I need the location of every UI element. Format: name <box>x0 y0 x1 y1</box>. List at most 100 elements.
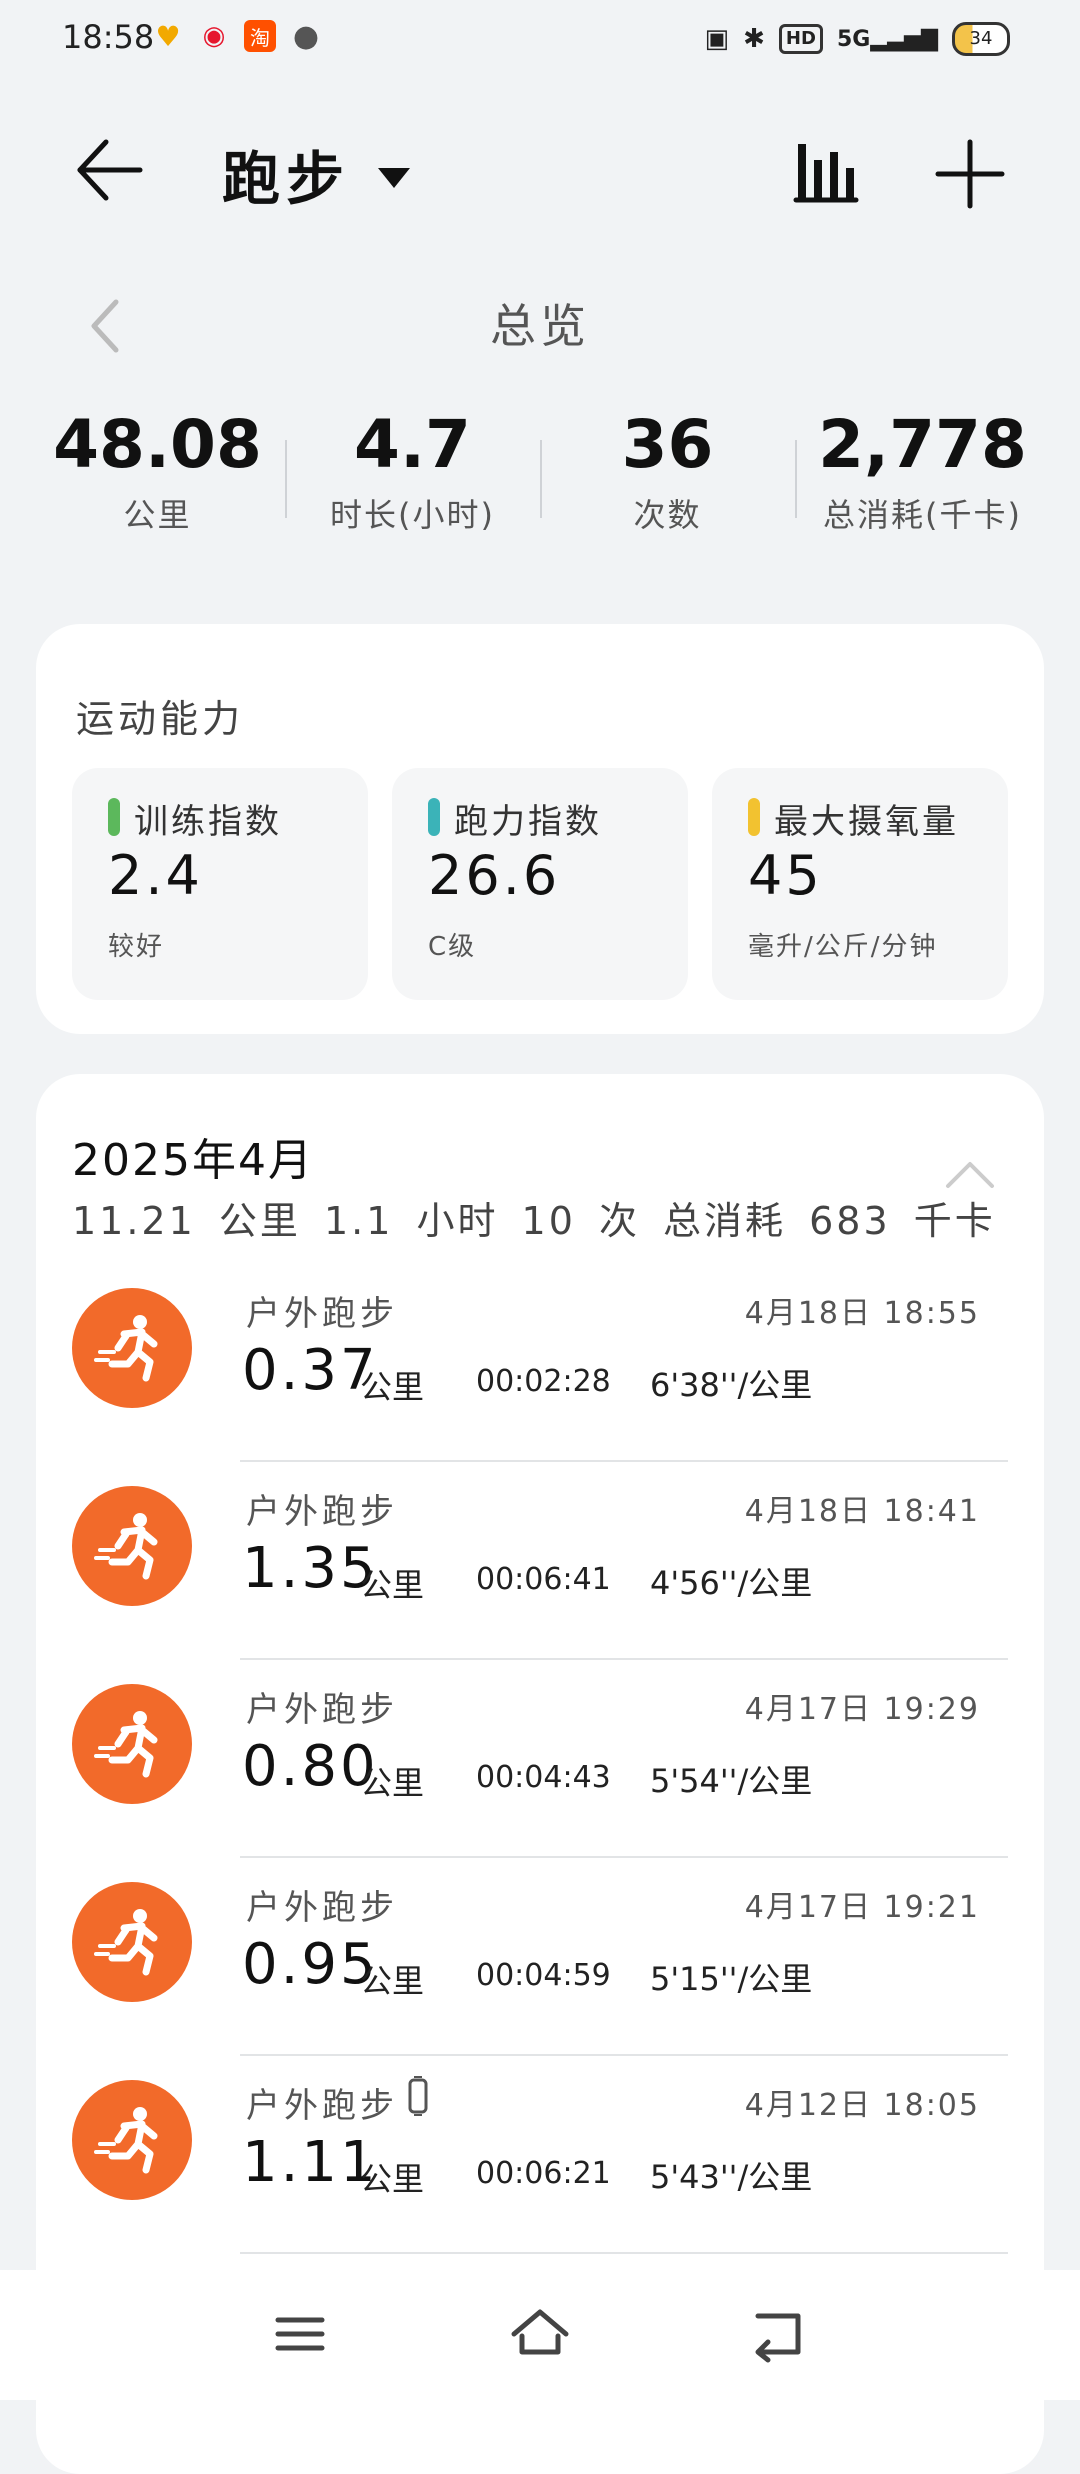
list-item[interactable]: 户外跑步 4月18日 18:41 1.35 公里 00:06:41 4'56''… <box>36 1462 1044 1660</box>
bluetooth-icon: ✱ <box>743 24 765 54</box>
huawei-health-icon: ♥ <box>155 19 181 53</box>
summary-label: 时长(小时) <box>330 496 495 534</box>
running-icon <box>72 1684 192 1804</box>
record-distance: 1.35 <box>242 1536 379 1601</box>
record-duration: 00:04:43 <box>476 1760 611 1795</box>
record-unit: 公里 <box>360 2160 425 2198</box>
record-distance: 0.95 <box>242 1932 379 1997</box>
status-time: 18:58 <box>62 18 155 56</box>
battery-icon: 34 <box>952 22 1010 56</box>
hd-icon: HD <box>778 24 823 54</box>
ability-sub: C级 <box>428 932 477 962</box>
ability-label: 最大摄氧量 <box>774 802 959 842</box>
ability-value: 26.6 <box>428 844 561 907</box>
record-unit: 公里 <box>360 1764 425 1802</box>
record-date: 4月17日 19:21 <box>744 1890 980 1925</box>
caret-down-icon <box>378 168 411 188</box>
running-icon <box>72 2080 192 2200</box>
menu-icon[interactable] <box>268 2302 332 2366</box>
status-app-icons: ♥ ◉ 淘 ● <box>152 18 322 54</box>
record-distance: 0.37 <box>242 1338 379 1403</box>
system-nav-bar <box>0 2270 1080 2400</box>
ability-value: 45 <box>748 844 823 907</box>
indicator-dot <box>428 798 440 836</box>
record-type: 户外跑步 <box>246 1294 398 1334</box>
record-duration: 00:04:59 <box>476 1958 611 1993</box>
record-pace: 6'38''/公里 <box>650 1366 813 1404</box>
month-summary: 11.21 公里 1.1 小时 10 次 总消耗 683 千卡 <box>72 1199 996 1243</box>
record-type: 户外跑步 <box>246 2086 398 2126</box>
record-date: 4月18日 18:55 <box>744 1296 980 1331</box>
summary-label: 次数 <box>633 496 702 534</box>
watch-icon <box>408 2076 428 2116</box>
status-bar: 18:58 ♥ ◉ 淘 ● ▣ ✱ HD 5G▂▃▅▇ 34 <box>0 0 1080 80</box>
status-system-icons: ▣ ✱ HD 5G▂▃▅▇ 34 <box>705 22 1010 56</box>
summary-count: 36 次数 <box>540 400 795 540</box>
indicator-dot <box>748 798 760 836</box>
list-item[interactable]: 户外跑步 4月12日 18:05 1.11 公里 00:06:21 5'43''… <box>36 2056 1044 2254</box>
record-distance: 0.80 <box>242 1734 379 1799</box>
indicator-dot <box>108 798 120 836</box>
sport-type-selector[interactable]: 跑步 <box>222 132 411 216</box>
ability-items: 训练指数 2.4 较好 跑力指数 26.6 C级 最大摄氧量 45 毫升/公斤/… <box>72 768 1008 1000</box>
ability-value: 2.4 <box>108 844 203 907</box>
summary-calories: 2,778 总消耗(千卡) <box>795 400 1050 540</box>
list-item[interactable]: 户外跑步 4月17日 19:21 0.95 公里 00:04:59 5'15''… <box>36 1858 1044 2056</box>
chevron-up-icon[interactable] <box>942 1154 998 1194</box>
list-item[interactable]: 户外跑步 4月17日 19:29 0.80 公里 00:04:43 5'54''… <box>36 1660 1044 1858</box>
training-index-card[interactable]: 训练指数 2.4 较好 <box>72 768 368 1000</box>
record-distance: 1.11 <box>242 2130 379 2195</box>
weibo-icon: ◉ <box>202 21 226 51</box>
record-date: 4月18日 18:41 <box>744 1494 980 1529</box>
arrow-left-icon[interactable] <box>70 130 150 210</box>
bar-chart-icon[interactable] <box>790 134 862 206</box>
summary-value: 48.08 <box>53 406 262 483</box>
summary-distance: 48.08 公里 <box>30 400 285 540</box>
record-duration: 00:06:41 <box>476 1562 611 1597</box>
summary-label: 总消耗(千卡) <box>823 496 1022 534</box>
divider <box>240 2252 1008 2254</box>
back-nav-icon[interactable] <box>748 2302 812 2366</box>
record-type: 户外跑步 <box>246 1690 398 1730</box>
running-icon <box>72 1288 192 1408</box>
ability-sub: 较好 <box>108 932 165 962</box>
record-date: 4月12日 18:05 <box>744 2088 980 2123</box>
5g-signal-icon: 5G▂▃▅▇ <box>836 26 938 52</box>
month-card: 2025年4月 11.21 公里 1.1 小时 10 次 总消耗 683 千卡 … <box>36 1074 1044 2474</box>
record-unit: 公里 <box>360 1962 425 2000</box>
overview-summary: 48.08 公里 4.7 时长(小时) 36 次数 2,778 总消耗(千卡) <box>30 400 1050 540</box>
overview-title: 总览 <box>490 299 590 353</box>
taobao-icon: 淘 <box>244 20 276 52</box>
summary-value: 36 <box>621 406 714 483</box>
vo2max-card[interactable]: 最大摄氧量 45 毫升/公斤/分钟 <box>712 768 1008 1000</box>
page-title: 跑步 <box>222 145 351 213</box>
ability-sub: 毫升/公斤/分钟 <box>748 932 938 962</box>
record-date: 4月17日 19:29 <box>744 1692 980 1727</box>
header: 跑步 <box>0 110 1080 230</box>
record-pace: 5'15''/公里 <box>650 1960 813 1998</box>
home-icon[interactable] <box>508 2302 572 2366</box>
ability-title: 运动能力 <box>76 697 245 741</box>
running-index-card[interactable]: 跑力指数 26.6 C级 <box>392 768 688 1000</box>
contact-icon: ▣ <box>704 24 730 54</box>
ability-label: 跑力指数 <box>454 802 602 842</box>
plus-icon[interactable] <box>930 134 1010 214</box>
record-list: 户外跑步 4月18日 18:55 0.37 公里 00:02:28 6'38''… <box>36 1264 1044 2254</box>
record-type: 户外跑步 <box>246 1888 398 1928</box>
summary-value: 4.7 <box>354 406 471 483</box>
record-duration: 00:02:28 <box>476 1364 611 1399</box>
ability-label: 训练指数 <box>134 802 282 842</box>
running-icon <box>72 1882 192 2002</box>
month-title: 2025年4月 <box>72 1135 314 1186</box>
running-icon <box>72 1486 192 1606</box>
summary-label: 公里 <box>123 496 192 534</box>
record-unit: 公里 <box>360 1566 425 1604</box>
record-unit: 公里 <box>360 1368 425 1406</box>
ability-card: 运动能力 训练指数 2.4 较好 跑力指数 26.6 C级 最大摄氧量 45 毫… <box>36 624 1044 1034</box>
record-pace: 5'54''/公里 <box>650 1762 813 1800</box>
record-duration: 00:06:21 <box>476 2156 611 2191</box>
list-item[interactable]: 户外跑步 4月18日 18:55 0.37 公里 00:02:28 6'38''… <box>36 1264 1044 1462</box>
message-icon: ● <box>292 18 320 54</box>
summary-value: 2,778 <box>818 406 1027 483</box>
record-type: 户外跑步 <box>246 1492 398 1532</box>
